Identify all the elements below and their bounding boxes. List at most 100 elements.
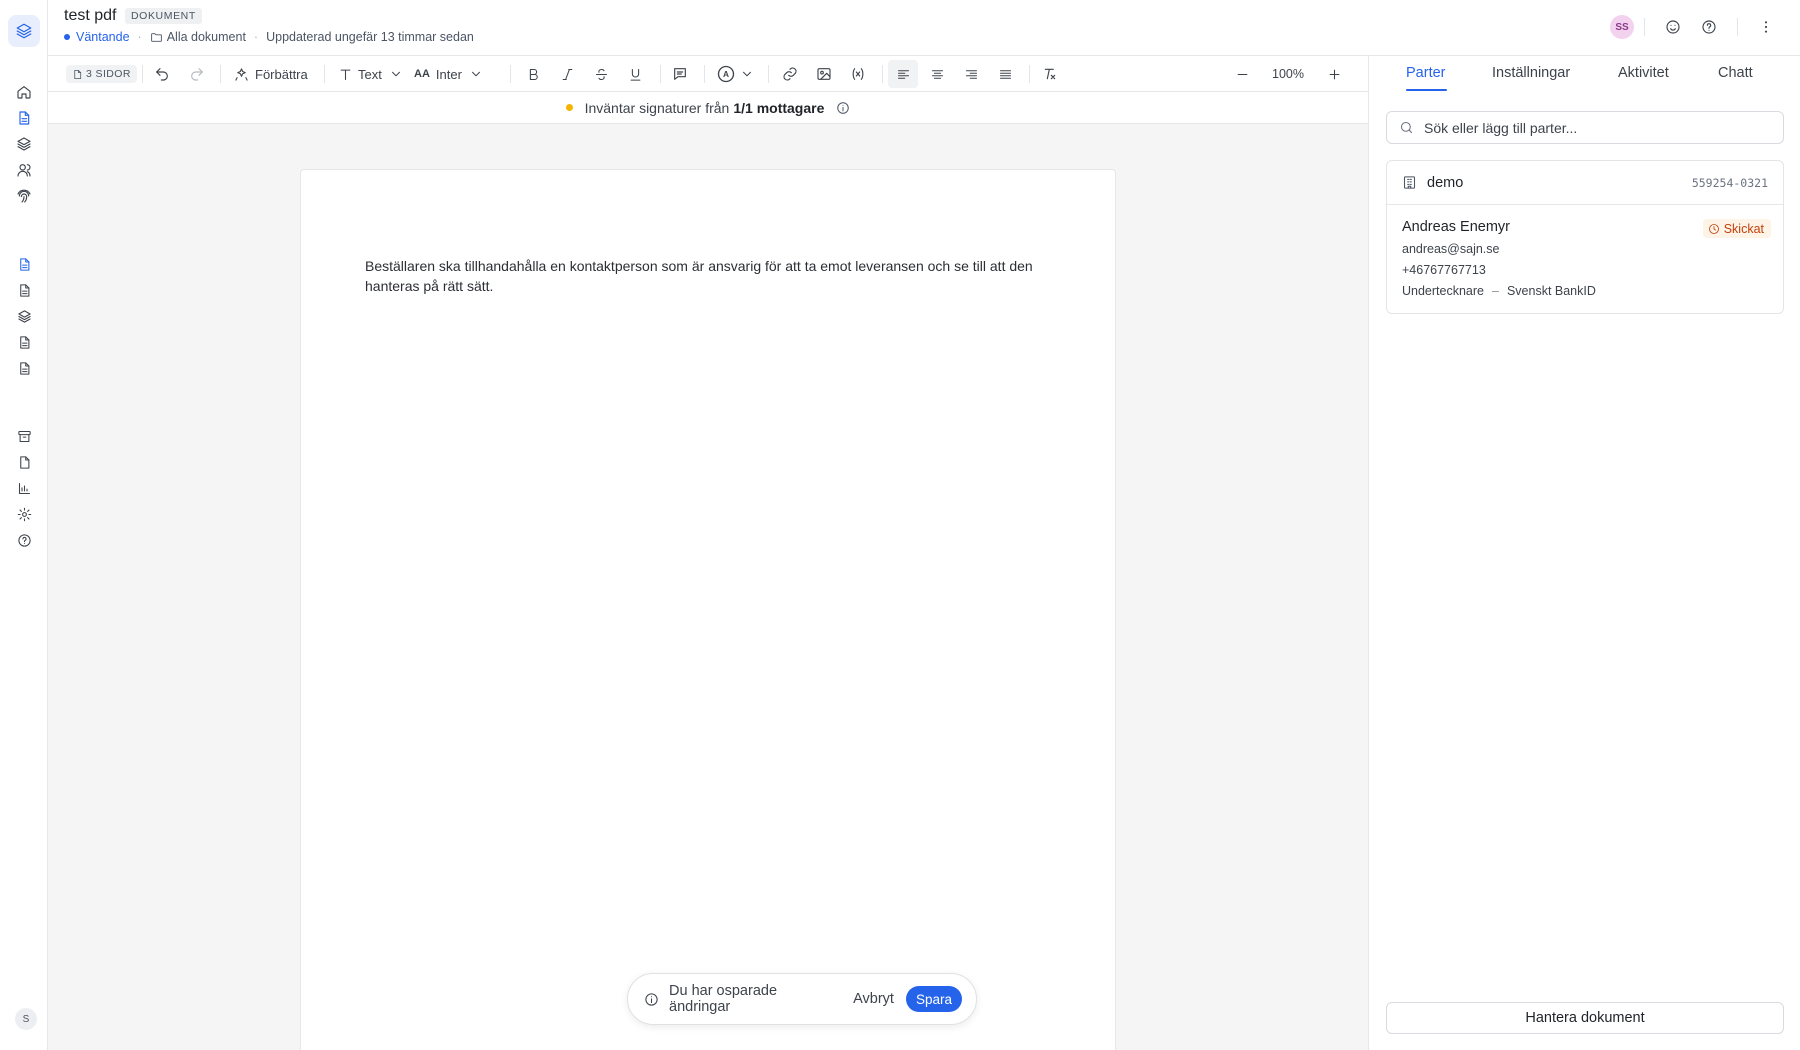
- clear-formatting-icon[interactable]: [1042, 62, 1058, 86]
- pages-counter[interactable]: 3 SIDOR: [66, 65, 137, 83]
- document-title[interactable]: test pdf: [64, 7, 116, 25]
- tab-parties[interactable]: Parter: [1406, 65, 1446, 81]
- document-list-icon[interactable]: [12, 278, 36, 302]
- documents-icon[interactable]: [12, 106, 36, 130]
- tab-chat[interactable]: Chatt: [1718, 65, 1753, 81]
- folder-link[interactable]: Alla dokument: [167, 30, 246, 44]
- info-icon: [644, 992, 659, 1007]
- divider: [768, 65, 769, 83]
- divider: [882, 65, 883, 83]
- manage-document-button[interactable]: Hantera dokument: [1386, 1002, 1784, 1034]
- underline-icon[interactable]: [628, 62, 643, 86]
- active-tab-indicator: [1406, 89, 1447, 91]
- archive-icon[interactable]: [12, 424, 36, 448]
- strikethrough-icon[interactable]: [594, 62, 609, 86]
- cancel-button[interactable]: Avbryt: [853, 991, 894, 1007]
- templates-icon[interactable]: [12, 132, 36, 156]
- document-header: test pdf DOKUMENT Väntande · Alla dokume…: [48, 0, 1800, 56]
- building-icon: [1402, 175, 1417, 190]
- meta-separator: ·: [137, 30, 142, 44]
- editor-toolbar: 3 SIDOR Förbättra Text AA Inter A 100%: [48, 56, 1368, 92]
- zoom-level[interactable]: 100%: [1272, 62, 1304, 86]
- role-separator: –: [1492, 284, 1499, 298]
- text-style-label: Text: [358, 66, 382, 82]
- folder-icon: [150, 31, 163, 44]
- user-avatar[interactable]: SS: [1610, 15, 1634, 39]
- contacts-icon[interactable]: [12, 158, 36, 182]
- company-org-number: 559254-0321: [1691, 176, 1768, 190]
- divider: [324, 65, 325, 83]
- help-icon[interactable]: [12, 528, 36, 552]
- panel-tabs: Parter Inställningar Aktivitet Chatt: [1369, 56, 1800, 92]
- status-dot: [64, 34, 70, 40]
- divider: [142, 65, 143, 83]
- document-meta: Väntande · Alla dokument · Uppdaterad un…: [64, 30, 474, 44]
- layers-icon[interactable]: [12, 304, 36, 328]
- comment-icon[interactable]: [672, 62, 688, 86]
- zoom-out-icon[interactable]: [1235, 62, 1250, 86]
- align-justify-icon[interactable]: [998, 62, 1013, 86]
- zoom-in-icon[interactable]: [1327, 62, 1342, 86]
- text-style-dropdown[interactable]: Text: [338, 62, 403, 86]
- signer-role: Undertecknare: [1402, 284, 1484, 298]
- improve-label: Förbättra: [255, 66, 308, 82]
- font-dropdown[interactable]: AA Inter: [414, 62, 483, 86]
- banner-text: Inväntar signaturer från: [584, 99, 730, 116]
- meta-separator: ·: [253, 30, 259, 44]
- file-icon[interactable]: [12, 450, 36, 474]
- signer-role-row: Undertecknare – Svenskt BankID: [1402, 284, 1596, 298]
- user-avatar[interactable]: S: [15, 1008, 37, 1030]
- document-body-text[interactable]: Beställaren ska tillhandahålla en kontak…: [365, 256, 1045, 296]
- bold-icon[interactable]: [526, 62, 541, 86]
- party-search: [1386, 111, 1784, 144]
- signature-icon: A: [717, 65, 735, 83]
- signature-status-banner: Inväntar signaturer från 1/1 mottagare: [48, 92, 1368, 124]
- align-left-icon[interactable]: [888, 60, 918, 88]
- company-row[interactable]: demo 559254-0321: [1387, 161, 1783, 205]
- chevron-down-icon: [743, 71, 751, 77]
- divider: [220, 65, 221, 83]
- document-page: Beställaren ska tillhandahålla en kontak…: [300, 169, 1116, 1050]
- chart-icon[interactable]: [12, 476, 36, 500]
- right-panel: Parter Inställningar Aktivitet Chatt dem…: [1368, 56, 1800, 1050]
- tab-activity[interactable]: Aktivitet: [1618, 65, 1669, 81]
- align-center-icon[interactable]: [930, 62, 945, 86]
- save-button[interactable]: Spara: [905, 986, 962, 1012]
- image-icon[interactable]: [816, 62, 832, 86]
- fingerprint-icon[interactable]: [12, 184, 36, 208]
- document-list-icon[interactable]: [12, 330, 36, 354]
- improve-button[interactable]: Förbättra: [234, 62, 308, 86]
- signer-status-label: Skickat: [1723, 221, 1764, 236]
- font-size-icon: AA: [414, 68, 430, 80]
- home-icon[interactable]: [12, 80, 36, 104]
- help-icon[interactable]: [1699, 17, 1719, 37]
- info-icon[interactable]: [836, 101, 850, 115]
- divider: [510, 65, 511, 83]
- layers-logo-icon[interactable]: [8, 15, 40, 47]
- search-input[interactable]: [1424, 119, 1764, 136]
- signature-field-dropdown[interactable]: A: [716, 62, 754, 86]
- variable-icon[interactable]: [850, 62, 866, 86]
- link-icon[interactable]: [782, 62, 798, 86]
- gear-icon[interactable]: [12, 502, 36, 526]
- redo-icon[interactable]: [189, 62, 205, 86]
- chevron-down-icon: [391, 71, 400, 77]
- tab-settings[interactable]: Inställningar: [1492, 65, 1570, 81]
- signer-auth-method: Svenskt BankID: [1506, 284, 1596, 298]
- smiley-icon[interactable]: [1663, 17, 1683, 37]
- document-list-icon[interactable]: [12, 356, 36, 380]
- document-type-badge: DOKUMENT: [125, 8, 202, 24]
- signer-name: Andreas Enemyr: [1402, 219, 1510, 235]
- svg-text:A: A: [723, 69, 729, 79]
- align-right-icon[interactable]: [964, 62, 979, 86]
- left-rail: S: [0, 0, 48, 1050]
- italic-icon[interactable]: [560, 62, 575, 86]
- divider: [1029, 65, 1030, 83]
- updated-text: Uppdaterad ungefär 13 timmar sedan: [266, 30, 474, 44]
- header-actions: SS: [1610, 15, 1784, 39]
- unsaved-message: Du har osparade ändringar: [669, 983, 778, 1015]
- document-list-icon[interactable]: [12, 252, 36, 276]
- more-vertical-icon[interactable]: [1756, 17, 1776, 37]
- undo-icon[interactable]: [154, 62, 170, 86]
- party-card[interactable]: demo 559254-0321 Andreas Enemyr Skickat …: [1386, 160, 1784, 314]
